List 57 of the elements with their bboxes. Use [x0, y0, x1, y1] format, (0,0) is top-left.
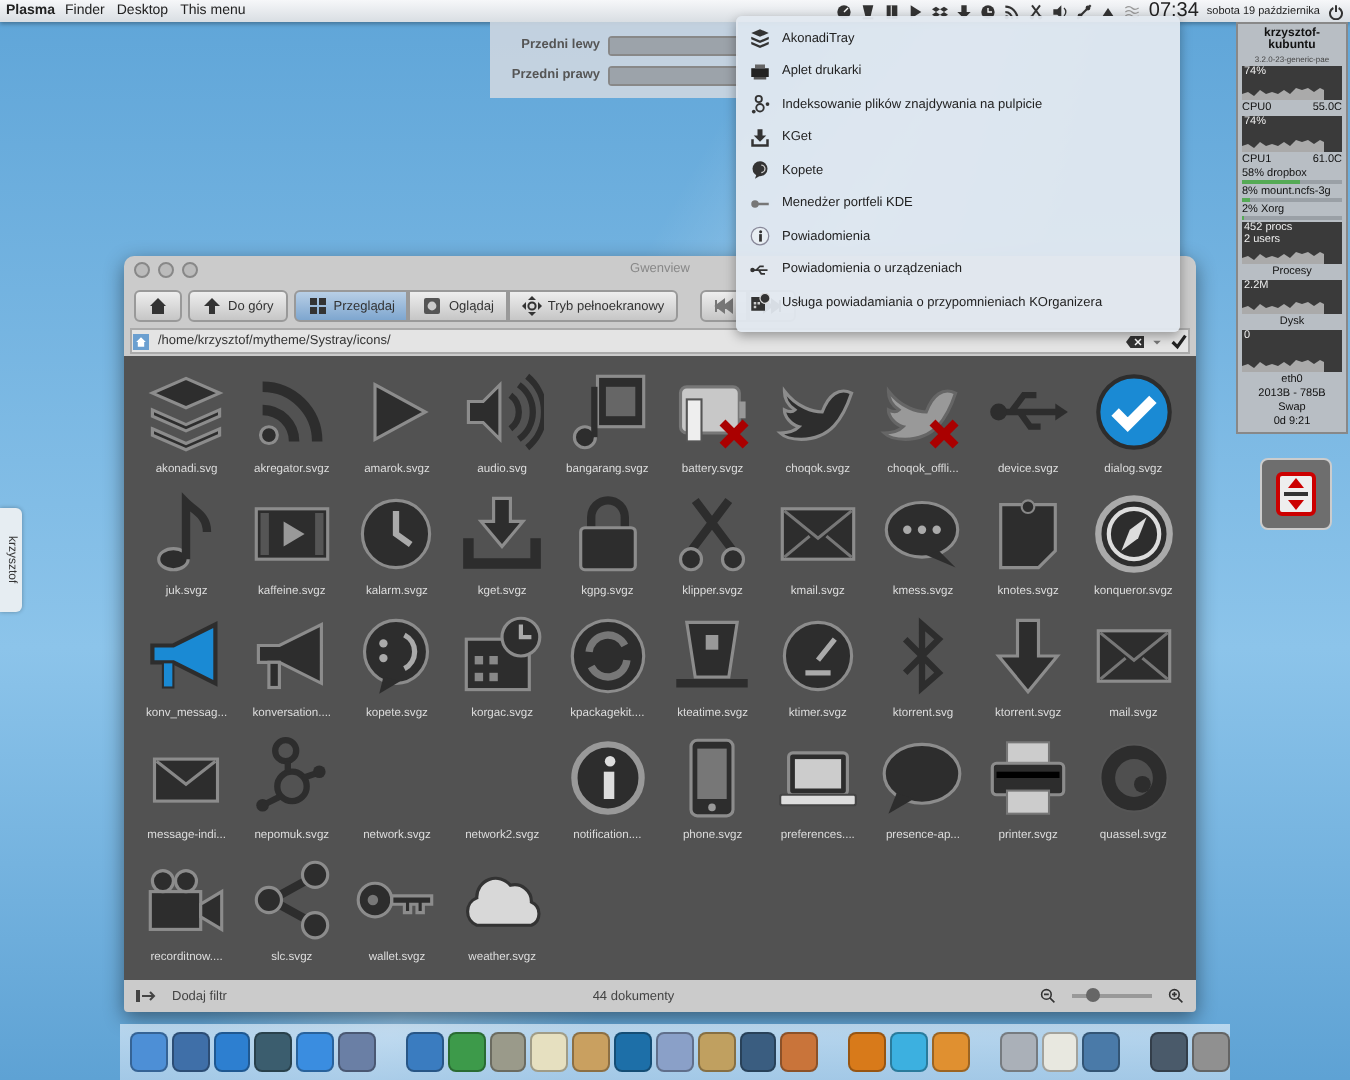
calendar-clock-icon: [750, 292, 770, 313]
move-arrows-icon: [521, 296, 542, 316]
download-icon: [750, 127, 770, 148]
app-icon[interactable]: [614, 1032, 652, 1072]
app-icon[interactable]: [338, 1032, 376, 1072]
app-icon[interactable]: [931, 1032, 970, 1072]
stack-icon: [750, 28, 770, 49]
app-icon[interactable]: [1150, 1032, 1189, 1072]
node-graph-icon: [750, 94, 770, 115]
app-icon[interactable]: [1082, 1032, 1121, 1072]
up-arrow-icon[interactable]: [1100, 3, 1117, 19]
home-button[interactable]: [134, 290, 182, 322]
printer-icon[interactable]: [986, 736, 1071, 820]
app-icon[interactable]: [697, 1032, 736, 1072]
app-icon[interactable]: [655, 1032, 694, 1072]
speech-bubble-icon: [750, 160, 770, 181]
up-down-arrows-icon: [1274, 470, 1318, 518]
printer-icon: [750, 61, 770, 82]
checkmark-icon[interactable]: [1170, 333, 1188, 349]
app-icon[interactable]: [254, 1032, 293, 1072]
zoom-out-icon[interactable]: [1040, 988, 1056, 1004]
arrow-up-icon: [202, 296, 222, 316]
info-icon: [750, 226, 770, 247]
speaker-icon[interactable]: [1052, 3, 1069, 19]
house-icon: [132, 333, 150, 349]
app-icon[interactable]: [1192, 1032, 1230, 1072]
photo-icon: [422, 296, 443, 316]
gauge-icon[interactable]: [836, 3, 853, 19]
app-icon[interactable]: [489, 1032, 527, 1072]
app-icon[interactable]: [296, 1032, 335, 1072]
usb-icon: [750, 259, 770, 280]
app-icon[interactable]: [405, 1032, 444, 1072]
clear-icon[interactable]: [1126, 333, 1144, 349]
app-icon[interactable]: [130, 1032, 168, 1072]
app-icon[interactable]: [739, 1032, 777, 1072]
widget-panel[interactable]: [1260, 458, 1332, 530]
sidebar-toggle-icon[interactable]: [136, 988, 156, 1004]
skip-back-icon: [714, 296, 735, 316]
clock-icon[interactable]: [980, 3, 997, 19]
power-icon[interactable]: [1328, 3, 1344, 19]
app-icon[interactable]: [447, 1032, 486, 1072]
slider-thumb[interactable]: [1086, 988, 1100, 1002]
app-icon[interactable]: [848, 1032, 887, 1072]
zoom-in-icon[interactable]: [1168, 988, 1184, 1004]
info-icon[interactable]: [565, 736, 650, 820]
house-icon: [148, 296, 168, 316]
share-icon[interactable]: [249, 858, 334, 942]
refresh-icon[interactable]: [565, 614, 650, 698]
app-icon[interactable]: [780, 1032, 819, 1072]
compass-icon[interactable]: [1091, 492, 1176, 576]
grid-icon: [307, 296, 328, 316]
clock[interactable]: 07:34: [1148, 0, 1199, 22]
app-icon[interactable]: [213, 1032, 251, 1072]
check-icon[interactable]: [1091, 370, 1176, 454]
arrow-down-icon[interactable]: [956, 3, 973, 19]
app-icon[interactable]: [171, 1032, 210, 1072]
app-icon[interactable]: [572, 1032, 611, 1072]
